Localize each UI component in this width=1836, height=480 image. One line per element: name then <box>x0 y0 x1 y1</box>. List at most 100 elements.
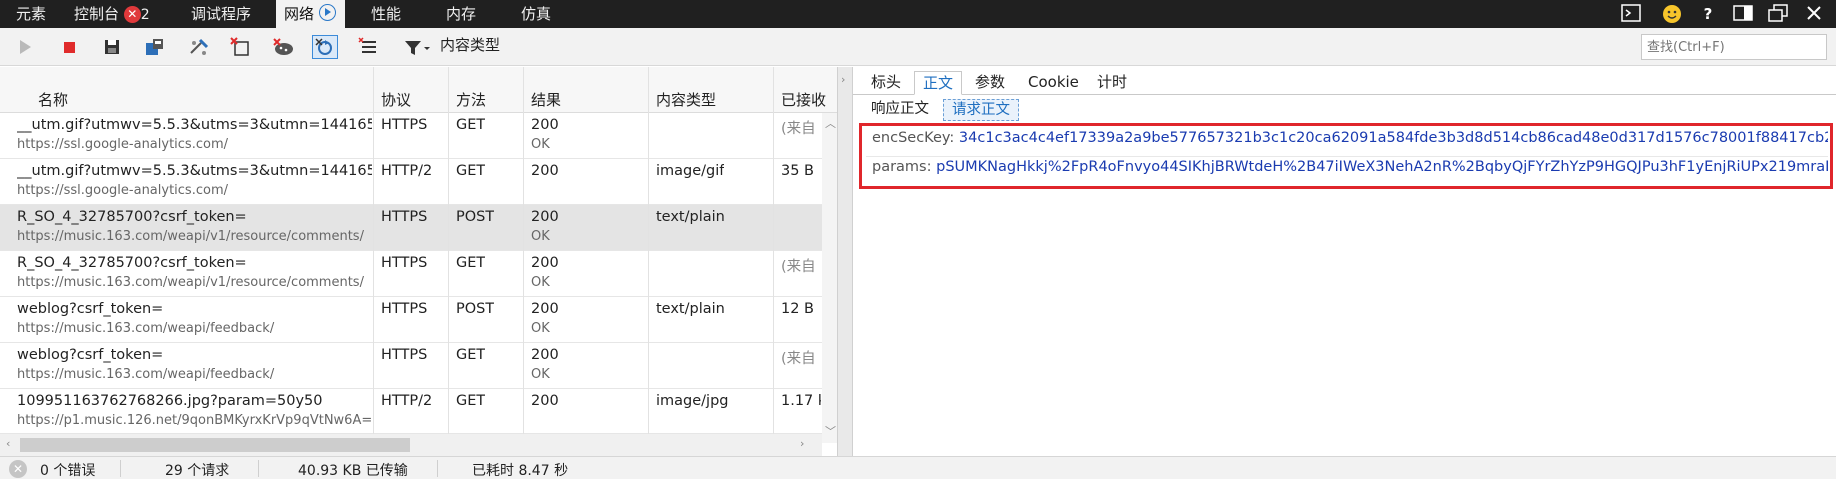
horizontal-scroll-thumb[interactable] <box>20 438 410 452</box>
horizontal-scrollbar[interactable]: ‹ › <box>0 434 822 456</box>
column-divider[interactable] <box>373 67 374 443</box>
start-profiling-icon[interactable] <box>12 35 38 59</box>
column-divider[interactable] <box>523 67 524 443</box>
request-name: __utm.gif?utmwv=5.5.3&utms=3&utmn=144165… <box>17 117 372 133</box>
request-protocol: HTTPS <box>381 255 428 271</box>
smiley-icon[interactable] <box>1661 4 1683 24</box>
clear-cache-icon[interactable] <box>228 35 254 59</box>
tab-parameters[interactable]: 参数 <box>967 71 1013 95</box>
request-result-text: OK <box>531 229 550 244</box>
table-row-selected[interactable]: R_SO_4_32785700?csrf_token= https://musi… <box>0 205 822 251</box>
request-detail-pane: 标头 正文 参数 Cookie 计时 响应正文 请求正文 encSecKey: … <box>853 67 1836 456</box>
tab-body[interactable]: 正文 <box>914 71 963 95</box>
save-icon[interactable] <box>99 35 125 59</box>
filter-icon[interactable] <box>402 35 430 59</box>
undock-icon[interactable] <box>1767 4 1789 24</box>
search-input[interactable] <box>1641 34 1827 60</box>
param-key: encSecKey: <box>872 130 955 146</box>
request-method: GET <box>456 117 486 133</box>
scroll-left-icon[interactable]: ‹ <box>6 437 10 450</box>
request-result: 200 <box>531 117 559 133</box>
request-result: 200 <box>531 393 559 409</box>
error-icon: ✕ <box>123 6 141 23</box>
request-count: 29 个请求 <box>165 463 230 479</box>
tab-debugger-label: 调试程序 <box>191 5 252 23</box>
tab-performance[interactable]: 性能 <box>371 0 401 28</box>
content-type-filter-label[interactable]: 内容类型 <box>440 34 500 55</box>
request-name: 109951163762768266.jpg?param=50y50 <box>17 393 323 409</box>
help-icon[interactable]: ? <box>1697 4 1719 24</box>
always-refresh-icon[interactable] <box>312 35 338 59</box>
column-protocol-header[interactable]: 协议 <box>381 89 411 110</box>
collapse-chevron-icon[interactable]: › <box>841 73 845 86</box>
table-row[interactable]: R_SO_4_32785700?csrf_token= https://musi… <box>0 251 822 297</box>
request-body-tab[interactable]: 请求正文 <box>943 99 1019 121</box>
tab-headers[interactable]: 标头 <box>863 71 909 95</box>
request-result-text: OK <box>531 367 550 382</box>
table-row[interactable]: __utm.gif?utmwv=5.5.3&utms=3&utmn=144165… <box>0 159 822 205</box>
scroll-right-icon[interactable]: › <box>800 437 804 450</box>
response-body-tab[interactable]: 响应正文 <box>863 99 937 121</box>
request-protocol: HTTP/2 <box>381 163 433 179</box>
tab-elements[interactable]: 元素 <box>16 0 46 28</box>
request-result: 200 <box>531 301 559 317</box>
request-received: 1.17 k <box>781 393 821 409</box>
clear-entries-icon[interactable] <box>186 35 212 59</box>
network-toolbar: 内容类型 <box>0 28 1836 66</box>
request-list-header: 名称 协议 方法 结果 内容类型 已接收 <box>0 67 837 113</box>
network-recording-icon <box>318 4 336 21</box>
dock-icon[interactable] <box>1732 4 1754 24</box>
request-result-text: OK <box>531 137 550 152</box>
scroll-up-icon[interactable]: ︿ <box>825 115 836 131</box>
close-icon[interactable] <box>1803 4 1825 24</box>
tab-cookies[interactable]: Cookie <box>1020 71 1087 95</box>
column-divider[interactable] <box>448 67 449 443</box>
request-method: GET <box>456 347 486 363</box>
request-method: POST <box>456 209 495 225</box>
column-type-header[interactable]: 内容类型 <box>656 89 716 110</box>
tab-memory-label: 内存 <box>446 5 477 23</box>
console-icon[interactable] <box>1620 4 1642 24</box>
tab-network[interactable]: 网络 <box>276 0 345 28</box>
scroll-down-icon[interactable]: ﹀ <box>825 423 836 439</box>
clear-cookies-icon[interactable] <box>271 35 297 59</box>
request-type: image/gif <box>656 163 725 179</box>
status-divider <box>437 460 438 477</box>
column-received-header[interactable]: 已接收 <box>781 89 826 110</box>
stop-icon[interactable] <box>56 35 82 59</box>
column-divider[interactable] <box>648 67 649 443</box>
request-url: https://ssl.google-analytics.com/ <box>17 183 228 198</box>
param-row-params[interactable]: params: pSUMKNagHkkj%2FpR4oFnvyo44SIKhjB… <box>872 159 1828 175</box>
tab-performance-label: 性能 <box>371 5 402 23</box>
tab-timings[interactable]: 计时 <box>1089 71 1135 95</box>
tab-debugger[interactable]: 调试程序 <box>191 0 251 28</box>
tab-memory[interactable]: 内存 <box>446 0 476 28</box>
request-method: POST <box>456 301 495 317</box>
request-protocol: HTTPS <box>381 209 428 225</box>
request-url: https://music.163.com/weapi/v1/resource/… <box>17 275 364 290</box>
import-icon[interactable] <box>142 35 168 59</box>
table-row[interactable]: 109951163762768266.jpg?param=50y50 https… <box>0 389 822 434</box>
vertical-scrollbar[interactable]: ︿ ﹀ <box>822 113 837 443</box>
tab-console[interactable]: 控制台 ✕ 2 <box>74 0 150 28</box>
table-row[interactable]: weblog?csrf_token= https://music.163.com… <box>0 343 822 389</box>
request-list: 名称 协议 方法 结果 内容类型 已接收 __utm.gif?utmwv=5.5… <box>0 67 837 456</box>
table-row[interactable]: __utm.gif?utmwv=5.5.3&utms=3&utmn=144165… <box>0 113 822 159</box>
pane-splitter[interactable]: › <box>837 67 853 456</box>
param-row-encseckey[interactable]: encSecKey: 34c1c3ac4c4ef17339a2a9be57765… <box>872 130 1828 146</box>
preserve-log-icon[interactable] <box>356 35 382 59</box>
table-row[interactable]: weblog?csrf_token= https://music.163.com… <box>0 297 822 343</box>
elapsed-time: 已耗时 8.47 秒 <box>472 463 569 479</box>
param-divider <box>866 156 1828 157</box>
request-type: image/jpg <box>656 393 729 409</box>
request-name: __utm.gif?utmwv=5.5.3&utms=3&utmn=144165… <box>17 163 372 179</box>
column-result-header[interactable]: 结果 <box>531 89 561 110</box>
tab-emulation[interactable]: 仿真 <box>521 0 551 28</box>
column-divider[interactable] <box>773 67 774 443</box>
status-divider <box>258 460 259 477</box>
tab-emulation-label: 仿真 <box>521 5 552 23</box>
request-result: 200 <box>531 209 559 225</box>
devtools-tab-bar: 元素 控制台 ✕ 2 调试程序 网络 性能 内存 仿真 ? <box>0 0 1836 28</box>
column-method-header[interactable]: 方法 <box>456 89 486 110</box>
column-name-header[interactable]: 名称 <box>38 89 68 110</box>
